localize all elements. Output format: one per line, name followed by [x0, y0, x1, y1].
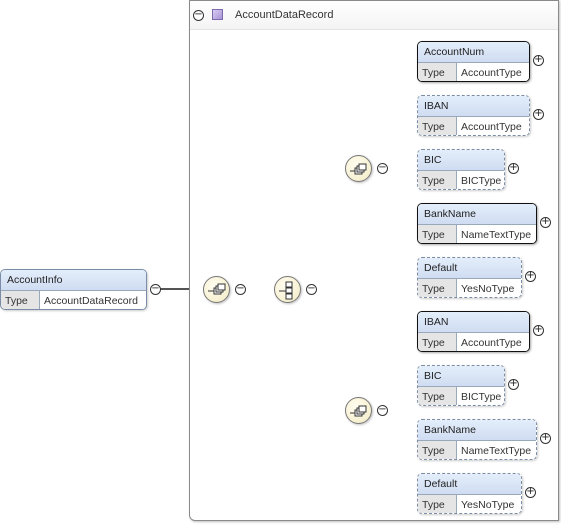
- element-name: AccountInfo: [1, 270, 146, 291]
- type-value: BICType: [457, 387, 504, 405]
- collapse-root-toggle[interactable]: −: [150, 284, 161, 295]
- collapse-choice-toggle[interactable]: −: [306, 284, 317, 295]
- expand-iban-2-toggle[interactable]: +: [533, 325, 544, 336]
- type-value: AccountType: [457, 117, 529, 135]
- choice-compositor-icon[interactable]: [274, 276, 301, 303]
- root-element-account-info[interactable]: AccountInfo Type AccountDataRecord: [0, 269, 147, 310]
- element-name: BankName: [418, 420, 536, 441]
- expand-bank-name-toggle[interactable]: +: [540, 217, 551, 228]
- collapse-sequence-1-toggle[interactable]: −: [377, 163, 388, 174]
- element-account-num[interactable]: AccountNum Type AccountType: [417, 41, 530, 82]
- complex-type-header: − AccountDataRecord: [190, 1, 558, 30]
- expand-default-2-toggle[interactable]: +: [525, 487, 536, 498]
- type-value: AccountType: [457, 63, 529, 81]
- element-name: IBAN: [418, 96, 529, 117]
- complex-type-icon: [212, 9, 223, 20]
- type-label: Type: [418, 495, 457, 513]
- type-value: YesNoType: [457, 495, 521, 513]
- type-label: Type: [418, 279, 457, 297]
- element-name: Default: [418, 474, 521, 495]
- type-label: Type: [418, 333, 457, 351]
- expand-account-num-toggle[interactable]: +: [533, 55, 544, 66]
- element-name: BIC: [418, 150, 504, 171]
- type-label: Type: [418, 171, 457, 189]
- expand-bank-name-2-toggle[interactable]: +: [540, 433, 551, 444]
- type-value: YesNoType: [457, 279, 521, 297]
- element-bic[interactable]: BIC Type BICType: [417, 149, 505, 190]
- expand-default-toggle[interactable]: +: [525, 271, 536, 282]
- type-label: Type: [418, 117, 457, 135]
- type-label: Type: [418, 63, 457, 81]
- type-value: AccountType: [457, 333, 529, 351]
- element-default-2[interactable]: Default Type YesNoType: [417, 473, 522, 514]
- collapse-complex-type-toggle[interactable]: −: [193, 10, 204, 21]
- element-name: AccountNum: [418, 42, 529, 63]
- type-value: AccountDataRecord: [40, 291, 146, 309]
- type-label: Type: [418, 225, 457, 243]
- type-value: NameTextType: [457, 225, 536, 243]
- type-label: Type: [418, 441, 457, 459]
- type-label: Type: [418, 387, 457, 405]
- sequence-compositor-icon[interactable]: [203, 276, 230, 303]
- type-value: NameTextType: [457, 441, 536, 459]
- sequence-compositor-1-icon[interactable]: [345, 155, 372, 182]
- element-default[interactable]: Default Type YesNoType: [417, 257, 522, 298]
- expand-iban-toggle[interactable]: +: [533, 109, 544, 120]
- element-name: BankName: [418, 204, 536, 225]
- type-value: BICType: [457, 171, 504, 189]
- type-label: Type: [1, 291, 40, 309]
- element-iban[interactable]: IBAN Type AccountType: [417, 95, 530, 136]
- expand-bic-toggle[interactable]: +: [508, 163, 519, 174]
- element-bank-name[interactable]: BankName Type NameTextType: [417, 203, 537, 244]
- expand-bic-2-toggle[interactable]: +: [508, 379, 519, 390]
- element-name: BIC: [418, 366, 504, 387]
- element-bank-name-2[interactable]: BankName Type NameTextType: [417, 419, 537, 460]
- element-name: IBAN: [418, 312, 529, 333]
- element-iban-2[interactable]: IBAN Type AccountType: [417, 311, 530, 352]
- element-name: Default: [418, 258, 521, 279]
- element-bic-2[interactable]: BIC Type BICType: [417, 365, 505, 406]
- collapse-sequence-toggle[interactable]: −: [235, 284, 246, 295]
- collapse-sequence-2-toggle[interactable]: −: [377, 405, 388, 416]
- complex-type-title: AccountDataRecord: [235, 9, 334, 21]
- sequence-compositor-2-icon[interactable]: [345, 397, 372, 424]
